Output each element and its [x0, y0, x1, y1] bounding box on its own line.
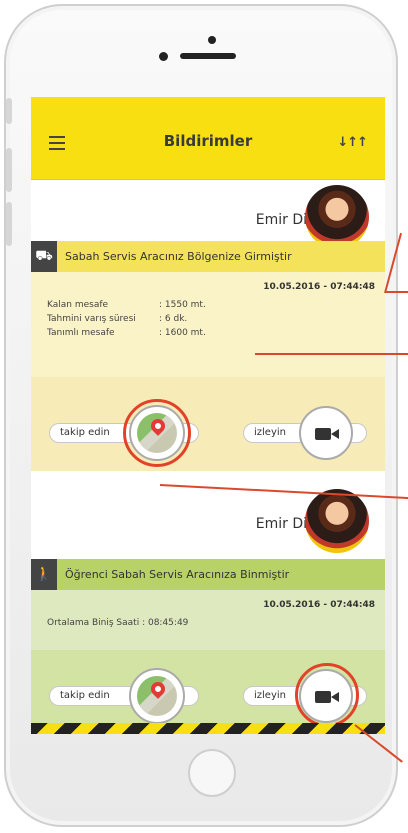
avatar — [305, 489, 369, 553]
map-button[interactable] — [129, 668, 185, 724]
detail-value: : 6 dk. — [159, 314, 188, 324]
bus-icon: ⛟ — [31, 241, 57, 272]
mute-switch — [6, 98, 12, 124]
detail-label: Tanımlı mesafe — [47, 328, 115, 338]
notification-actions: takip edin izleyin — [31, 650, 385, 734]
follow-label: takip edin — [60, 690, 110, 701]
detail-label: Kalan mesafe — [47, 300, 109, 310]
detail-value: : 08:45:49 — [142, 618, 189, 628]
home-button[interactable] — [188, 749, 236, 797]
video-camera-lens — [331, 429, 339, 439]
walking-person-icon: 🚶 — [31, 559, 57, 590]
notification-datetime: 10.05.2016 - 07:44:48 — [263, 282, 375, 292]
notification-datetime: 10.05.2016 - 07:44:48 — [263, 600, 375, 610]
app-screen: Bildirimler ↓↑↑ Emir Diker ⛟ Sabah Servi… — [31, 97, 385, 734]
detail-label: Ortalama Biniş Saati — [47, 618, 140, 628]
detail-row: Tanımlı mesafe : 1600 mt. — [47, 328, 206, 338]
video-button[interactable] — [299, 406, 353, 460]
notification-message: Sabah Servis Aracınız Bölgenize Girmişti… — [65, 250, 292, 263]
notification-card: Emir Diker ⛟ Sabah Servis Aracınız Bölge… — [31, 181, 385, 471]
watch-label: izleyin — [254, 690, 286, 701]
header-bar: Bildirimler ↓↑↑ — [31, 97, 385, 180]
detail-value: : 1550 mt. — [159, 300, 206, 310]
detail-label: Tahmini varış süresi — [47, 314, 136, 324]
video-camera-icon — [315, 428, 331, 440]
notification-header: ⛟ Sabah Servis Aracınız Bölgenize Girmiş… — [31, 241, 385, 272]
filter-settings-icon[interactable]: ↓↑↑ — [337, 135, 368, 150]
detail-value: : 1600 mt. — [159, 328, 206, 338]
notification-actions: takip edin izleyin — [31, 377, 385, 471]
volume-up-button — [6, 148, 12, 192]
detail-row: Ortalama Biniş Saati : 08:45:49 — [47, 618, 188, 628]
front-camera — [208, 36, 216, 44]
notification-details: 10.05.2016 - 07:44:48 Kalan mesafe : 1550… — [31, 272, 385, 377]
volume-down-button — [6, 202, 12, 246]
avatar — [305, 185, 369, 249]
notification-details: 10.05.2016 - 07:44:48 Ortalama Biniş Saa… — [31, 590, 385, 650]
highlight-ring — [123, 399, 191, 467]
highlight-ring — [295, 663, 359, 727]
earpiece-speaker — [180, 53, 236, 59]
sensor-dot — [159, 52, 168, 61]
callout-line — [386, 291, 408, 293]
callout-line — [255, 353, 408, 355]
detail-row: Tahmini varış süresi : 6 dk. — [47, 314, 187, 324]
hazard-stripe — [31, 723, 385, 734]
follow-label: takip edin — [60, 427, 110, 438]
page-title: Bildirimler — [163, 132, 253, 150]
notification-header: 🚶 Öğrenci Sabah Servis Aracınıza Binmişt… — [31, 559, 385, 590]
detail-row: Kalan mesafe : 1550 mt. — [47, 300, 206, 310]
watch-label: izleyin — [254, 427, 286, 438]
notification-card: Emir Diker 🚶 Öğrenci Sabah Servis Aracın… — [31, 470, 385, 734]
notification-message: Öğrenci Sabah Servis Aracınıza Binmiştir — [65, 568, 290, 581]
